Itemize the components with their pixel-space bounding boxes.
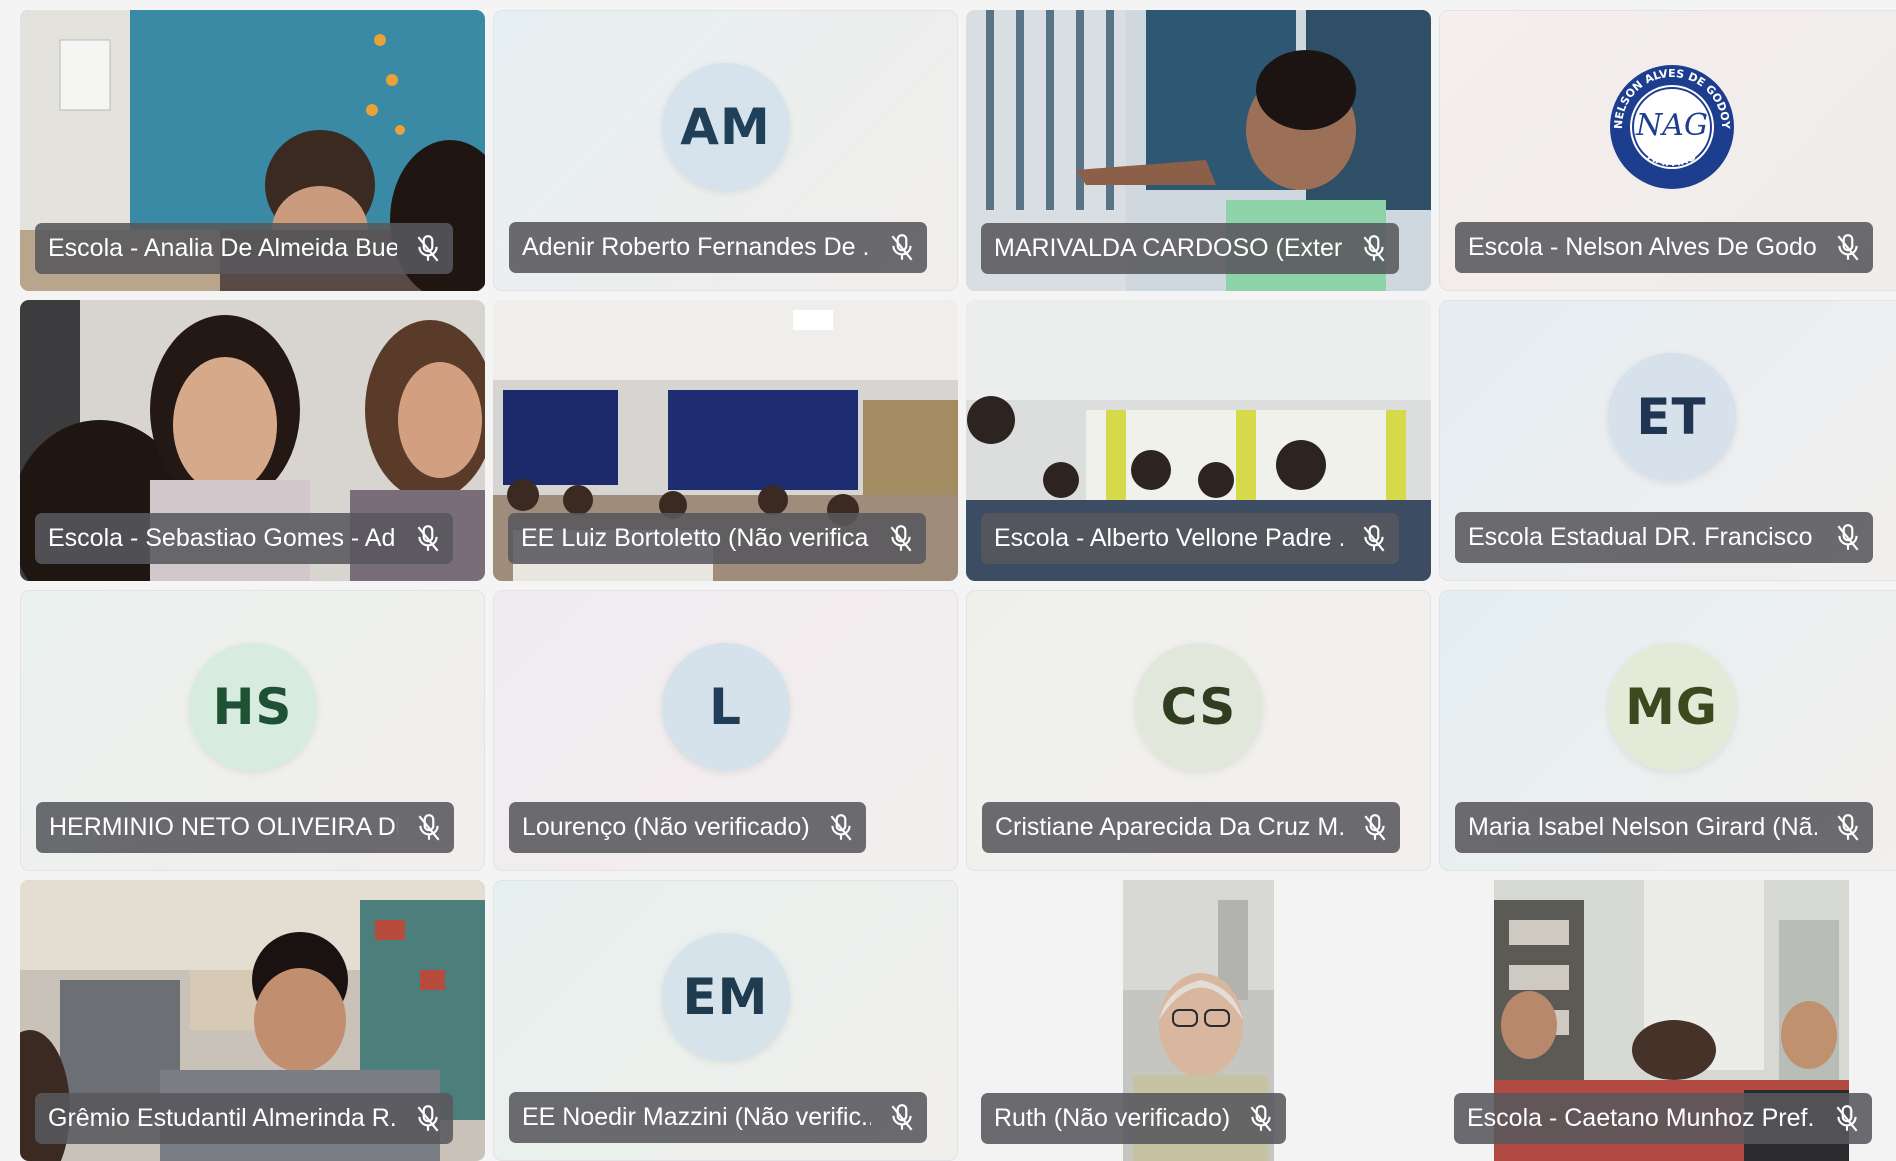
- participant-tile[interactable]: EE Luiz Bortoletto (Não verifica...: [493, 300, 958, 581]
- mic-muted-icon: [891, 1103, 913, 1130]
- mic-muted-icon: [1837, 813, 1859, 840]
- mic-muted-icon: [1837, 523, 1859, 550]
- participant-name-pill: EE Noedir Mazzini (Não verific...: [509, 1092, 927, 1143]
- participant-name-pill: Adenir Roberto Fernandes De ...: [509, 222, 927, 273]
- participant-grid: Escola - Analia De Almeida Bue... AM Ade…: [20, 10, 1896, 1161]
- participant-name: Maria Isabel Nelson Girard (Nã...: [1468, 813, 1817, 841]
- mic-muted-icon: [1363, 524, 1385, 551]
- participant-tile[interactable]: EM EE Noedir Mazzini (Não verific...: [493, 880, 958, 1161]
- participant-tile[interactable]: Escola - Analia De Almeida Bue...: [20, 10, 485, 291]
- participant-avatar: ET: [1607, 352, 1736, 481]
- participant-avatar: AM: [661, 62, 790, 191]
- participant-tile[interactable]: Ruth (Não verificado): [966, 880, 1431, 1161]
- participant-name: Escola - Sebastiao Gomes - Ad...: [48, 524, 397, 552]
- mic-muted-icon: [417, 524, 439, 551]
- participant-name-pill: Escola - Sebastiao Gomes - Ad...: [35, 513, 453, 564]
- participant-name: MARIVALDA CARDOSO (Extern...: [994, 234, 1343, 262]
- participant-name-pill: Grêmio Estudantil Almerinda R...: [35, 1093, 453, 1144]
- participant-name-pill: Escola - Analia De Almeida Bue...: [35, 223, 453, 274]
- mic-muted-icon: [1363, 234, 1385, 261]
- mic-muted-icon: [417, 1104, 439, 1131]
- participant-name: Grêmio Estudantil Almerinda R...: [48, 1104, 397, 1132]
- participant-name-pill: Escola - Alberto Vellone Padre ...: [981, 513, 1399, 564]
- participant-tile[interactable]: MARIVALDA CARDOSO (Extern...: [966, 10, 1431, 291]
- participant-name-pill: EE Luiz Bortoletto (Não verifica...: [508, 513, 926, 564]
- participant-name-pill: MARIVALDA CARDOSO (Extern...: [981, 223, 1399, 274]
- svg-text:NAG: NAG: [1635, 108, 1708, 143]
- mic-muted-icon: [1836, 1104, 1858, 1131]
- participant-name-pill: Maria Isabel Nelson Girard (Nã...: [1455, 802, 1873, 853]
- participant-name: Escola Estadual DR. Francisco T...: [1468, 523, 1817, 551]
- participant-tile[interactable]: HS HERMINIO NETO OLIVEIRA DE ...: [20, 590, 485, 871]
- mic-muted-icon: [1364, 813, 1386, 840]
- participant-avatar: L: [661, 642, 790, 771]
- participant-tile[interactable]: MG Maria Isabel Nelson Girard (Nã...: [1439, 590, 1896, 871]
- mic-muted-icon: [830, 813, 852, 840]
- participant-name-pill: Lourenço (Não verificado): [509, 802, 866, 853]
- participant-name: Escola - Alberto Vellone Padre ...: [994, 524, 1343, 552]
- participant-name: Cristiane Aparecida Da Cruz M...: [995, 813, 1344, 841]
- participant-name-pill: Escola - Caetano Munhoz Pref...: [1454, 1093, 1872, 1144]
- school-logo: NELSON ALVES DE GODOY AMPARO NAG: [1609, 64, 1734, 189]
- participant-name-pill: Cristiane Aparecida Da Cruz M...: [982, 802, 1400, 853]
- participant-name: Adenir Roberto Fernandes De ...: [522, 233, 871, 261]
- participant-avatar: HS: [188, 642, 317, 771]
- participant-name-pill: HERMINIO NETO OLIVEIRA DE ...: [36, 802, 454, 853]
- participant-avatar: EM: [661, 932, 790, 1061]
- participant-name: EE Noedir Mazzini (Não verific...: [522, 1103, 871, 1131]
- participant-tile[interactable]: Escola - Sebastiao Gomes - Ad...: [20, 300, 485, 581]
- participant-name: Escola - Analia De Almeida Bue...: [48, 234, 397, 262]
- mic-muted-icon: [417, 234, 439, 261]
- participant-avatar: MG: [1607, 642, 1736, 771]
- participant-name: Escola - Nelson Alves De Godo...: [1468, 233, 1817, 261]
- participant-name: HERMINIO NETO OLIVEIRA DE ...: [49, 813, 398, 841]
- mic-muted-icon: [1837, 233, 1859, 260]
- participant-name-pill: Escola Estadual DR. Francisco T...: [1455, 512, 1873, 563]
- participant-name-pill: Ruth (Não verificado): [981, 1093, 1287, 1144]
- participant-name: EE Luiz Bortoletto (Não verifica...: [521, 524, 870, 552]
- participant-tile[interactable]: Escola - Alberto Vellone Padre ...: [966, 300, 1431, 581]
- participant-avatar: CS: [1134, 642, 1263, 771]
- mic-muted-icon: [418, 813, 440, 840]
- participant-tile[interactable]: L Lourenço (Não verificado): [493, 590, 958, 871]
- participant-tile[interactable]: Grêmio Estudantil Almerinda R...: [20, 880, 485, 1161]
- participant-name: Lourenço (Não verificado): [522, 813, 810, 841]
- participant-name: Ruth (Não verificado): [994, 1104, 1231, 1132]
- participant-tile[interactable]: AM Adenir Roberto Fernandes De ...: [493, 10, 958, 291]
- mic-muted-icon: [1250, 1104, 1272, 1131]
- mic-muted-icon: [890, 524, 912, 551]
- participant-tile[interactable]: ET Escola Estadual DR. Francisco T...: [1439, 300, 1896, 581]
- mic-muted-icon: [891, 233, 913, 260]
- participant-name-pill: Escola - Nelson Alves De Godo...: [1455, 222, 1873, 273]
- participant-tile[interactable]: Escola - Caetano Munhoz Pref...: [1439, 880, 1896, 1161]
- participant-tile[interactable]: CS Cristiane Aparecida Da Cruz M...: [966, 590, 1431, 871]
- participant-tile[interactable]: NELSON ALVES DE GODOY AMPARO NAG Escola …: [1439, 10, 1896, 291]
- participant-name: Escola - Caetano Munhoz Pref...: [1467, 1104, 1816, 1132]
